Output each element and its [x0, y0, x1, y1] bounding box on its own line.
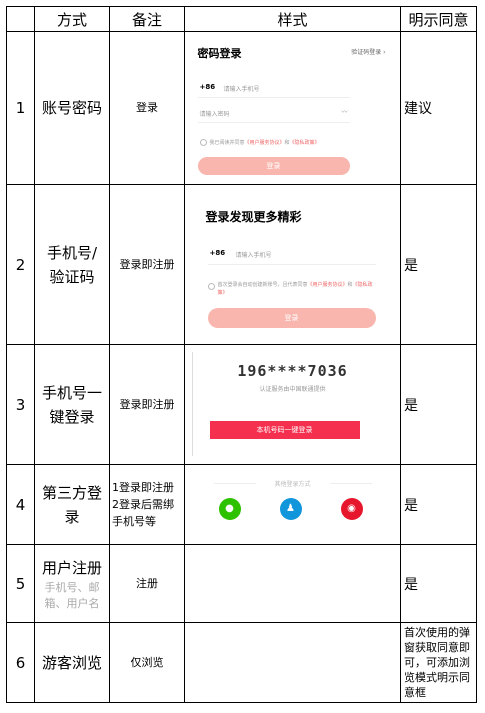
row-style: [184, 544, 401, 623]
agree-checkbox[interactable]: [207, 282, 215, 290]
table-row: 6 游客浏览 仅浏览 首次使用的弹 窗获取同意即 可，可添加浏 览模式明示同 意…: [6, 622, 477, 703]
sms-login-mockup: 登录发现更多精彩 +86 请输入手机号 首次登录会自动创建新账号，且代表同意《用…: [186, 186, 400, 344]
agree-checkbox[interactable]: [199, 139, 207, 146]
mock-divider: [197, 97, 350, 98]
row-note: 仅浏览: [109, 622, 185, 703]
row-note: 登录即注册: [109, 184, 185, 345]
row-note: 注册: [109, 544, 185, 623]
row-consent: 是: [400, 344, 477, 465]
table-row: 1 账号密码 登录 密码登录 验证码登录 › +86 请输入手机号 请输入密码 …: [6, 31, 477, 185]
mock-password-input[interactable]: 请输入密码: [200, 109, 230, 118]
row-style: [184, 622, 401, 703]
mock-agree-text: 我已阅读并同意《用户服务协议》和《隐私政策》: [209, 140, 320, 146]
header-num: [6, 6, 35, 32]
row-style: 其他登录方式 ● ♟ ◉: [184, 464, 401, 545]
password-login-mockup: 密码登录 验证码登录 › +86 请输入手机号 请输入密码 〰 我已阅读并同意《…: [186, 33, 400, 183]
header-style: 样式: [184, 6, 401, 32]
row-note: 登录: [109, 31, 185, 185]
table-row: 3 手机号一 键登录 登录即注册 196****7036 认证服务由中国联通提供…: [6, 344, 477, 465]
row-method: 手机号/ 验证码: [34, 184, 110, 345]
qq-icon[interactable]: ♟: [279, 497, 302, 520]
table-row: 5 用户注册 手机号、邮 箱、用户名 注册 是: [6, 544, 477, 623]
masked-phone: 196****7036: [237, 361, 348, 380]
row-method: 手机号一 键登录: [34, 344, 110, 465]
row-number: 5: [6, 544, 35, 623]
table-row: 4 第三方登 录 1登录即注册 2登录后需绑 手机号等 其他登录方式 ● ♟ ◉…: [6, 464, 477, 545]
row-method: 第三方登 录: [34, 464, 110, 545]
row-method-text: 手机号/ 验证码: [46, 243, 98, 286]
row-note-text: 1登录即注册 2登录后需绑 手机号等: [112, 481, 174, 528]
row-note: 登录即注册: [109, 344, 185, 465]
one-key-login-button[interactable]: 本机号码一键登录: [209, 420, 360, 439]
row-note: 1登录即注册 2登录后需绑 手机号等: [109, 464, 185, 545]
row-method: 账号密码: [34, 31, 110, 185]
login-methods-table: 方式 备注 样式 明示同意 1 账号密码 登录 密码登录 验证码登录 › +86…: [6, 6, 477, 703]
provider-text: 认证服务由中国联通提供: [259, 385, 326, 393]
row-consent: 是: [400, 544, 477, 623]
row-number: 3: [6, 344, 35, 465]
row-number: 2: [6, 184, 35, 345]
mock-divider: [329, 482, 372, 484]
row-number: 6: [6, 622, 35, 703]
header-row: 方式 备注 样式 明示同意: [6, 6, 477, 32]
row-style: 登录发现更多精彩 +86 请输入手机号 首次登录会自动创建新账号，且代表同意《用…: [184, 184, 401, 345]
mock-country-code[interactable]: +86: [210, 249, 226, 257]
mock-title: 登录发现更多精彩: [205, 209, 302, 224]
row-method-text: 手机号一 键登录: [41, 383, 102, 426]
row-consent: 是: [400, 184, 477, 345]
mock-phone-input[interactable]: 请输入手机号: [236, 250, 272, 259]
wechat-icon[interactable]: ●: [218, 497, 241, 520]
mock-phone-input[interactable]: 请输入手机号: [224, 84, 260, 93]
row-consent-text: 首次使用的弹 窗获取同意即 可，可添加浏 览模式明示同 意框: [404, 626, 470, 699]
eye-icon[interactable]: 〰: [342, 107, 348, 116]
header-consent: 明示同意: [400, 6, 477, 32]
row-number: 4: [6, 464, 35, 545]
row-method: 游客浏览: [34, 622, 110, 703]
mock-agree-text: 首次登录会自动创建新账号，且代表同意《用户服务协议》和《隐私政策》: [217, 281, 373, 296]
header-note: 备注: [109, 6, 185, 32]
third-party-login-mockup: 其他登录方式 ● ♟ ◉: [186, 467, 400, 543]
mock-title: 密码登录: [197, 47, 242, 60]
row-style: 196****7036 认证服务由中国联通提供 本机号码一键登录: [184, 344, 401, 465]
mock-divider: [197, 122, 350, 123]
login-button[interactable]: 登录: [197, 157, 350, 175]
header-method: 方式: [34, 6, 110, 32]
row-number: 1: [6, 31, 35, 185]
mock-country-code[interactable]: +86: [200, 83, 216, 91]
row-style: 密码登录 验证码登录 › +86 请输入手机号 请输入密码 〰 我已阅读并同意《…: [184, 31, 401, 185]
row-consent: 建议: [400, 31, 477, 185]
mock-switch-link[interactable]: 验证码登录 ›: [351, 47, 385, 56]
row-method-text: 用户注册: [41, 558, 102, 577]
mock-divider: [207, 263, 376, 265]
row-method-text: 第三方登 录: [41, 483, 102, 526]
weibo-icon[interactable]: ◉: [340, 497, 363, 520]
row-consent: 首次使用的弹 窗获取同意即 可，可添加浏 览模式明示同 意框: [400, 622, 477, 703]
row-consent: 是: [400, 464, 477, 545]
table-row: 2 手机号/ 验证码 登录即注册 登录发现更多精彩 +86 请输入手机号 首次登…: [6, 184, 477, 345]
one-key-login-mockup: 196****7036 认证服务由中国联通提供 本机号码一键登录: [186, 346, 400, 464]
login-button[interactable]: 登录: [207, 307, 376, 328]
row-method-subtext: 手机号、邮 箱、用户名: [44, 580, 100, 610]
row-method: 用户注册 手机号、邮 箱、用户名: [34, 544, 110, 623]
